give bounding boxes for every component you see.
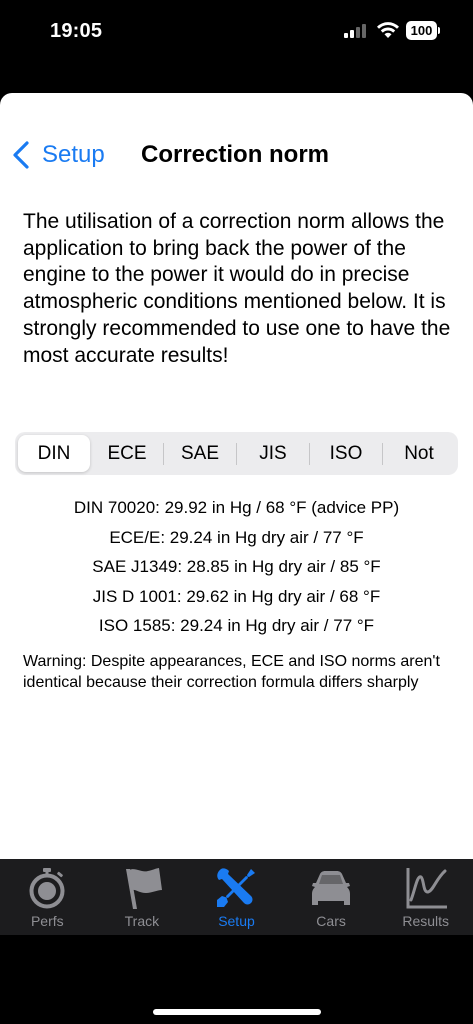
tab-perfs-label: Perfs <box>30 913 64 929</box>
norm-din-line: DIN 70020: 29.92 in Hg / 68 °F (advice P… <box>73 498 400 517</box>
norm-segmented-control: DIN ECE SAE JIS ISO Not <box>15 432 458 475</box>
tab-cars-label: Cars <box>316 913 346 929</box>
norm-jis-line: JIS D 1001: 29.62 in Hg dry air / 68 °F <box>92 586 381 606</box>
chart-icon <box>406 868 447 909</box>
page-title: Correction norm <box>141 141 330 168</box>
norm-iso-line: ISO 1585: 29.24 in Hg dry air / 77 °F <box>98 616 375 636</box>
description-text: The utilisation of a correction norm all… <box>23 210 451 367</box>
segment-din[interactable]: DIN <box>18 435 90 472</box>
tab-cars[interactable]: Cars <box>284 859 379 935</box>
tab-results-label: Results <box>402 913 450 929</box>
car-icon <box>312 871 351 905</box>
segment-ece[interactable]: ECE <box>91 435 163 472</box>
cellular-signal-icon <box>344 24 370 38</box>
norm-sae-line: SAE J1349: 28.85 in Hg dry air / 85 °F <box>92 557 381 577</box>
status-time: 19:05 <box>50 20 103 42</box>
segment-jis[interactable]: JIS <box>237 435 309 472</box>
flag-icon <box>125 868 162 909</box>
tab-setup-label: Setup <box>218 913 255 929</box>
tab-perfs[interactable]: Perfs <box>0 859 95 935</box>
stopwatch-icon <box>29 868 65 909</box>
battery-icon: 100 <box>406 21 440 40</box>
tools-icon <box>217 868 256 907</box>
settings-sheet: Setup Correction norm The utilisation of… <box>0 93 473 859</box>
norm-list: DIN 70020: 29.92 in Hg / 68 °F (advice P… <box>0 493 473 641</box>
tab-bar: Perfs Track Setup Cars Results <box>0 859 473 935</box>
segment-not[interactable]: Not <box>383 435 455 472</box>
wifi-icon <box>377 22 399 38</box>
status-bar: 19:05 100 <box>0 0 473 64</box>
tab-track[interactable]: Track <box>95 859 190 935</box>
home-indicator[interactable] <box>153 1009 321 1015</box>
warning-text: Warning: Despite appearances, ECE and IS… <box>23 653 440 691</box>
back-button[interactable]: Setup <box>12 137 105 173</box>
segment-sae[interactable]: SAE <box>164 435 236 472</box>
home-area <box>0 935 473 1024</box>
segment-iso[interactable]: ISO <box>310 435 382 472</box>
tab-setup[interactable]: Setup <box>189 859 284 935</box>
navigation-bar: Setup Correction norm <box>0 93 473 213</box>
back-button-label: Setup <box>42 141 105 168</box>
battery-level: 100 <box>410 23 433 38</box>
screen: 19:05 100 Setup Correction norm The util… <box>0 0 473 1024</box>
norm-ece-line: ECE/E: 29.24 in Hg dry air / 77 °F <box>109 527 364 547</box>
tab-track-label: Track <box>124 913 160 929</box>
chevron-left-icon <box>13 141 29 169</box>
tab-results[interactable]: Results <box>378 859 473 935</box>
